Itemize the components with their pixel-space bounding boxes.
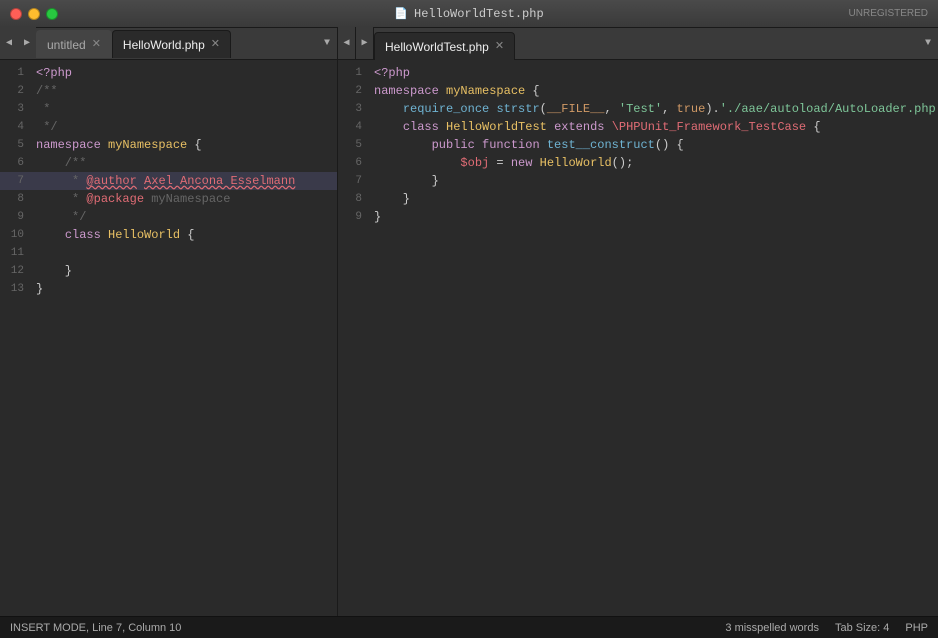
code-line: 5 namespace myNamespace { [0, 136, 337, 154]
close-button[interactable] [10, 8, 22, 20]
right-editor[interactable]: 1 <?php 2 namespace myNamespace { 3 requ… [338, 60, 938, 616]
tab-untitled-label: untitled [47, 38, 86, 52]
left-pane: 1 <?php 2 /** 3 * 4 */ 5 namespace myNam… [0, 60, 338, 616]
code-line: 9 */ [0, 208, 337, 226]
code-line: 10 class HelloWorld { [0, 226, 337, 244]
code-line: 6 $obj = new HelloWorld(); [338, 154, 938, 172]
tab-helloworldtest-close[interactable]: ✕ [495, 41, 504, 52]
status-right: 3 misspelled words Tab Size: 4 PHP [725, 622, 928, 634]
tab-untitled[interactable]: untitled ✕ [36, 30, 112, 58]
code-line: 6 /** [0, 154, 337, 172]
code-line: 4 */ [0, 118, 337, 136]
tab-helloworldtest[interactable]: HelloWorldTest.php ✕ [374, 32, 515, 60]
code-line: 8 * @package myNamespace [0, 190, 337, 208]
right-tab-dropdown[interactable]: ▼ [918, 27, 938, 59]
tab-helloworld[interactable]: HelloWorld.php ✕ [112, 30, 231, 58]
code-line: 1 <?php [338, 64, 938, 82]
tab-helloworldtest-label: HelloWorldTest.php [385, 40, 489, 54]
code-line: 11 [0, 244, 337, 262]
code-line: 13 } [0, 280, 337, 298]
code-line: 1 <?php [0, 64, 337, 82]
file-icon: 📄 [394, 7, 408, 21]
tab-untitled-close[interactable]: ✕ [92, 39, 101, 50]
tab-helloworld-close[interactable]: ✕ [211, 39, 220, 50]
code-line: 3 * [0, 100, 337, 118]
status-bar: INSERT MODE, Line 7, Column 10 3 misspel… [0, 616, 938, 638]
code-line: 7 } [338, 172, 938, 190]
left-tab-dropdown[interactable]: ▼ [317, 27, 337, 59]
right-prev-tab-btn[interactable]: ◀ [338, 27, 356, 59]
tab-helloworld-label: HelloWorld.php [123, 38, 205, 52]
code-line: 2 namespace myNamespace { [338, 82, 938, 100]
code-line: 2 /** [0, 82, 337, 100]
maximize-button[interactable] [46, 8, 58, 20]
right-next-tab-btn[interactable]: ▶ [356, 27, 374, 59]
left-next-tab-btn[interactable]: ▶ [18, 27, 36, 59]
code-line-active: 7 * @author Axel Ancona Esselmann [0, 172, 337, 190]
main-content: 1 <?php 2 /** 3 * 4 */ 5 namespace myNam… [0, 60, 938, 616]
registration-status: UNREGISTERED [849, 8, 928, 19]
window-title: 📄 HelloWorldTest.php [394, 7, 543, 21]
code-line: 4 class HelloWorldTest extends \PHPUnit_… [338, 118, 938, 136]
status-mode: INSERT MODE, Line 7, Column 10 [10, 622, 725, 634]
title-bar: 📄 HelloWorldTest.php UNREGISTERED [0, 0, 938, 28]
left-tab-group: ◀ ▶ untitled ✕ HelloWorld.php ✕ ▼ [0, 27, 338, 59]
left-editor[interactable]: 1 <?php 2 /** 3 * 4 */ 5 namespace myNam… [0, 60, 337, 616]
status-tabsize: Tab Size: 4 [835, 622, 889, 634]
code-line: 5 public function test__construct() { [338, 136, 938, 154]
code-line: 3 require_once strstr(__FILE__, 'Test', … [338, 100, 938, 118]
tab-bar: ◀ ▶ untitled ✕ HelloWorld.php ✕ ▼ ◀ ▶ He… [0, 28, 938, 60]
code-line: 9 } [338, 208, 938, 226]
right-tab-group: ◀ ▶ HelloWorldTest.php ✕ ▼ [338, 27, 938, 59]
right-pane: 1 <?php 2 namespace myNamespace { 3 requ… [338, 60, 938, 616]
status-spellcheck: 3 misspelled words [725, 622, 819, 634]
code-line: 12 } [0, 262, 337, 280]
minimize-button[interactable] [28, 8, 40, 20]
window-title-text: HelloWorldTest.php [414, 7, 544, 21]
code-line: 8 } [338, 190, 938, 208]
left-prev-tab-btn[interactable]: ◀ [0, 27, 18, 59]
status-language: PHP [905, 622, 928, 634]
window-controls[interactable] [10, 8, 58, 20]
